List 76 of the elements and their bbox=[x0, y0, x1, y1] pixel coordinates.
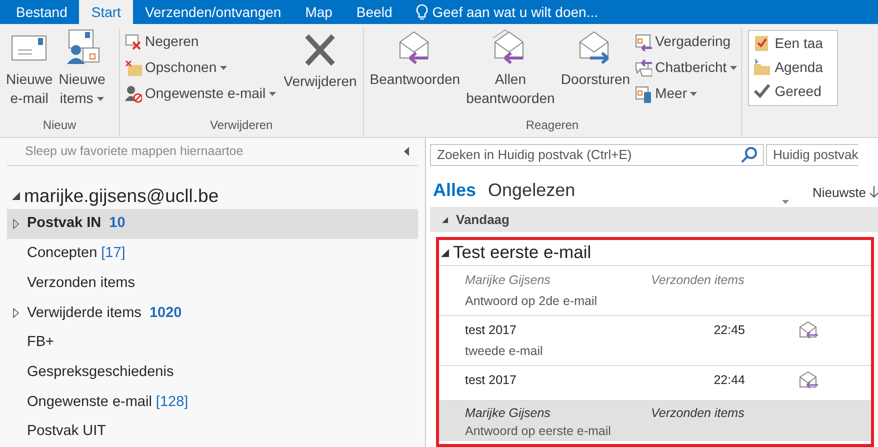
search-field[interactable]: Zoeken in Huidig postvak (Ctrl+E) bbox=[430, 144, 764, 166]
folder-item[interactable]: Concepten [17] bbox=[7, 239, 418, 269]
group-label: Verwijderen bbox=[209, 117, 274, 134]
ribbon-button[interactable]: Nieuwe e-mail bbox=[4, 28, 55, 108]
ribbon-button[interactable]: Nieuwe items bbox=[56, 28, 108, 108]
message-preview: tweede e-mail bbox=[465, 343, 544, 360]
folder-count: [128] bbox=[156, 392, 188, 412]
message-time: 22:45 bbox=[712, 322, 745, 339]
group-label: Nieuw bbox=[42, 117, 78, 134]
expanded-icon bbox=[442, 216, 448, 222]
message-preview: Antwoord op eerste e-mail bbox=[465, 423, 612, 440]
ribbon-tab[interactable]: Bestand bbox=[4, 0, 80, 24]
filter-tab[interactable]: Alles bbox=[433, 177, 476, 204]
caret-icon bbox=[782, 200, 789, 204]
folder-count: 1020 bbox=[149, 304, 182, 322]
quick-step[interactable]: Gereed bbox=[752, 79, 837, 103]
ribbon-button[interactable]: Doorsturen bbox=[558, 28, 632, 89]
message-time: 22:44 bbox=[712, 372, 745, 389]
reply-envelope-icon bbox=[799, 371, 819, 389]
message-sender: test 2017 bbox=[465, 322, 518, 339]
account-header[interactable]: marijke.gijsens@ucll.be bbox=[12, 182, 425, 210]
filter-tab[interactable]: Ongelezen bbox=[488, 177, 576, 204]
sort-button[interactable]: Nieuwste bbox=[812, 182, 878, 204]
folder-item[interactable]: Postvak UIT bbox=[7, 417, 418, 447]
folder-item[interactable]: Gespreksgeschiedenis bbox=[7, 358, 418, 388]
clipboard-check-icon bbox=[752, 34, 771, 52]
ribbon-tab[interactable]: Beeld bbox=[344, 0, 404, 24]
folder-item[interactable]: Verzonden items bbox=[7, 268, 418, 299]
ribbon-button[interactable]: Meer bbox=[634, 82, 737, 105]
checkmark-icon bbox=[752, 82, 771, 100]
message-preview: Antwoord op 2de e-mail bbox=[465, 293, 598, 310]
ribbon-button[interactable]: Ongewenste e-mail bbox=[124, 82, 276, 105]
chat-icon bbox=[634, 58, 652, 76]
ribbon-button[interactable]: Chatbericht bbox=[634, 56, 737, 79]
message-folder: Verzonden items bbox=[651, 272, 744, 289]
message-sender: test 2017 bbox=[465, 372, 518, 389]
quick-step[interactable]: Agenda bbox=[752, 55, 837, 79]
message-sender: Marijke Gijsens bbox=[465, 404, 552, 422]
scope-dropdown[interactable]: Huidig postvak bbox=[766, 144, 858, 166]
ribbon-tab[interactable]: Map bbox=[293, 0, 344, 24]
message-item[interactable]: test 2017 22:45 tweede e-mail bbox=[439, 316, 871, 366]
folder-count: 10 bbox=[109, 214, 126, 234]
message-item[interactable]: Marijke Gijsens Verzonden items Antwoord op 2de e-mail bbox=[439, 266, 871, 316]
search-icon bbox=[741, 147, 757, 163]
ribbon-button[interactable]: Verwijderen bbox=[282, 30, 359, 91]
ribbon-button[interactable]: Negeren bbox=[124, 30, 276, 53]
collapse-icon bbox=[404, 146, 410, 156]
lightbulb-icon bbox=[416, 4, 428, 20]
quick-step[interactable]: Een taa bbox=[752, 31, 837, 55]
group-label: Reageren bbox=[524, 117, 580, 134]
calendar-phone-icon bbox=[634, 84, 652, 102]
folder-item[interactable]: FB+ bbox=[7, 328, 418, 358]
folder-item[interactable]: Postvak IN 10 bbox=[7, 209, 418, 240]
calendar-arrow-icon bbox=[634, 32, 652, 50]
blocked-user-icon bbox=[124, 84, 142, 102]
ribbon-tab[interactable]: Start bbox=[79, 0, 133, 24]
tell-me-field[interactable]: Geef aan wat u wilt doen... bbox=[404, 0, 598, 24]
favorites-hint: Sleep uw favoriete mappen hiernaartoe bbox=[25, 142, 244, 160]
ignore-icon bbox=[124, 32, 142, 50]
folder-item[interactable]: Verwijderde items 1020 bbox=[7, 298, 418, 328]
message-sender: Marijke Gijsens bbox=[465, 272, 552, 289]
conversation-header[interactable]: Test eerste e-mail bbox=[439, 240, 871, 266]
message-folder: Verzonden items bbox=[651, 404, 744, 422]
ribbon-button[interactable]: Allen beantwoorden bbox=[464, 28, 557, 108]
folder-count: [17] bbox=[101, 244, 126, 264]
group-header[interactable]: Vandaag bbox=[430, 207, 878, 232]
ribbon-button[interactable]: Beantwoorden bbox=[368, 28, 462, 89]
ribbon-tab[interactable]: Verzenden/ontvangen bbox=[132, 0, 294, 24]
ribbon-button[interactable]: Opschonen bbox=[124, 56, 276, 79]
reply-envelope-icon bbox=[799, 321, 819, 339]
folder-item[interactable]: Ongewenste e-mail [128] bbox=[7, 388, 418, 418]
message-item[interactable]: Marijke Gijsens Verzonden items Antwoord op eerste e-mail bbox=[439, 401, 871, 441]
down-arrow-icon bbox=[870, 186, 878, 198]
ribbon-button[interactable]: Vergadering bbox=[634, 30, 737, 53]
folder-icon bbox=[752, 58, 771, 76]
cleanup-icon bbox=[124, 58, 142, 76]
